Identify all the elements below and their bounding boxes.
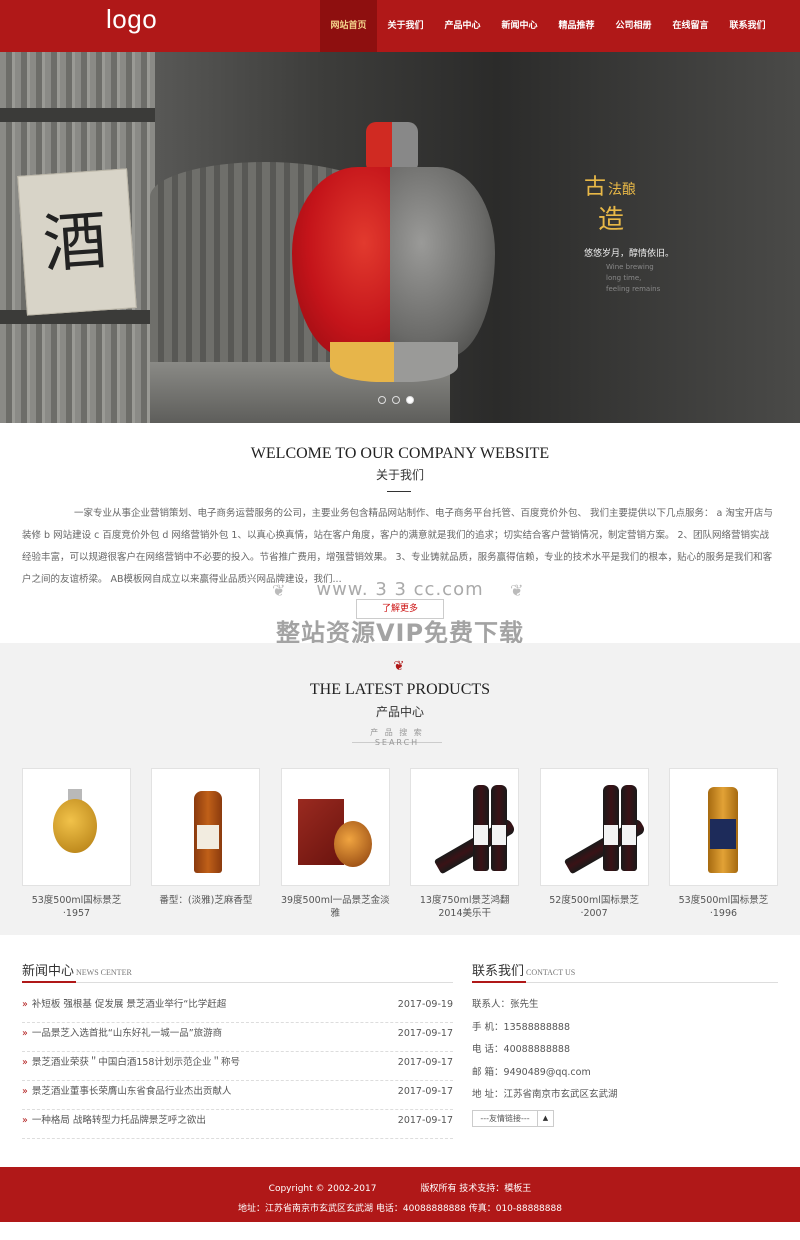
nav-item-gallery[interactable]: 公司相册 [605,0,662,52]
news-item[interactable]: » 一种格局 战略转型力托品牌景芝呼之欲出 2017-09-17 [22,1110,453,1139]
contact-list: 联系人：张先生 手 机：13588888888 电 话：40088888888 … [472,994,778,1107]
product-card[interactable]: 番型：(淡雅)芝麻香型 [151,768,261,918]
site-footer: Copyright © 2002-2017 版权所有 技术支持：模板王 地址：江苏… [0,1167,800,1222]
product-card[interactable]: 52度500ml国标景芝·2007 [539,768,649,920]
product-name[interactable]: 53度500ml国标景芝·1996 [669,894,778,920]
nav-item-featured[interactable]: 精品推荐 [548,0,605,52]
title-divider [387,491,411,492]
product-name[interactable]: 13度750ml景芝鸿翻2014美乐干 [410,894,519,920]
contact-section: 联系我们 CONTACT US 联系人：张先生 手 机：13588888888 电… [472,960,778,1127]
news-item[interactable]: » 补短板 强根基 促发展 景芝酒业举行“比学赶超 2017-09-19 [22,994,453,1023]
rights-text: 版权所有 技术支持：模板王 [420,1184,532,1194]
news-date: 2017-09-17 [397,1057,453,1068]
contact-title[interactable]: 联系我们 CONTACT US [472,960,778,982]
bullet-icon: » [22,1115,28,1126]
banner-subtitle: 悠悠岁月，醇情依旧。 [584,249,675,259]
site-logo[interactable]: logo [106,4,157,35]
product-image[interactable] [22,768,131,886]
product-card[interactable]: 13度750ml景芝鸿翻2014美乐干 [410,768,520,920]
banner-slogan-line2: 造 [598,205,625,235]
footer-copyright-line: Copyright © 2002-2017 版权所有 技术支持：模板王 [0,1181,800,1194]
product-list: 53度500ml国标景芝·1957 番型：(淡雅)芝麻香型 39度500ml一品… [22,768,778,920]
news-section: 新闻中心 NEWS CENTER » 补短板 强根基 促发展 景芝酒业举行“比学赶超… [22,960,453,1139]
product-card[interactable]: 53度500ml国标景芝·1996 [668,768,778,920]
product-name[interactable]: 番型：(淡雅)芝麻香型 [151,894,260,907]
product-search-link[interactable]: 产 品 搜 索 SEARCH [352,727,442,747]
products-title-cn: 产品中心 [375,705,424,719]
copyright-text: Copyright © 2002-2017 [268,1184,377,1194]
about-title-cn: 关于我们 [375,468,424,482]
nav-item-products[interactable]: 产品中心 [434,0,491,52]
nav-item-home[interactable]: 网站首页 [320,0,377,52]
product-image[interactable] [280,768,390,886]
news-date: 2017-09-17 [397,1028,453,1039]
nav-item-news[interactable]: 新闻中心 [491,0,548,52]
footer-address: 地址：江苏省南京市玄武区玄武湖 电话：40088888888 传真：010-88… [238,1204,562,1214]
watermark-url: www. 3 3 cc.com [316,579,484,600]
product-name[interactable]: 52度500ml国标景芝·2007 [540,894,649,920]
slider-dot-active[interactable] [406,396,414,404]
nav-item-contact[interactable]: 联系我们 [719,0,776,52]
product-image[interactable] [668,768,778,886]
contact-phone: 电 话：40088888888 [472,1044,571,1055]
contact-title-accent [472,981,526,983]
jar-base [330,342,458,382]
product-name[interactable]: 53度500ml国标景芝·1957 [22,894,131,920]
friend-links-toggle-icon[interactable]: ▲ [538,1110,554,1127]
nav-item-about[interactable]: 关于我们 [377,0,434,52]
nav-item-message[interactable]: 在线留言 [662,0,719,52]
news-title[interactable]: 新闻中心 NEWS CENTER [22,960,453,982]
products-title-en: THE LATEST PRODUCTS [309,681,491,698]
news-item[interactable]: » 一品景芝入选首批“山东好礼一城一品”旅游商 2017-09-17 [22,1023,453,1052]
slider-dot[interactable] [378,396,386,404]
about-section: WELCOME TO OUR COMPANY WEBSITE 关于我们 一家专业… [0,423,800,647]
contact-address: 地 址：江苏省南京市玄武区玄武湖 [472,1089,618,1100]
slider-dot[interactable] [392,396,400,404]
news-date: 2017-09-17 [397,1086,453,1097]
news-date: 2017-09-17 [397,1115,453,1126]
product-card[interactable]: 53度500ml国标景芝·1957 [22,768,131,920]
news-title-rule [22,982,453,983]
friend-links-select[interactable]: ---友情链接--- [472,1110,538,1127]
slider-dots [378,396,414,404]
bullet-icon: » [22,1057,28,1068]
about-title-en: WELCOME TO OUR COMPANY WEBSITE [250,445,550,462]
bullet-icon: » [22,1086,28,1097]
product-card[interactable]: 39度500ml一品景芝金淡雅 [280,768,390,920]
product-image[interactable] [410,768,520,886]
banner-slogan-line1: 古法酿 [584,175,637,200]
products-emblem-icon: ❦ [393,659,405,674]
jar-neck [366,122,418,170]
news-item[interactable]: » 景芝酒业董事长荣膺山东省食品行业杰出贡献人 2017-09-17 [22,1081,453,1110]
liquor-jar-grey-half [390,167,495,357]
news-title-accent [22,981,76,983]
friend-links: ---友情链接--- ▲ [472,1110,554,1127]
hero-banner[interactable]: 酒 古法酿 造 悠悠岁月，醇情依旧。 Wine brewing long tim… [0,52,800,423]
main-nav: 网站首页 关于我们 产品中心 新闻中心 精品推荐 公司相册 在线留言 联系我们 [320,0,776,52]
product-image[interactable] [539,768,649,886]
bullet-icon: » [22,1028,28,1039]
product-image[interactable] [151,768,261,886]
news-date: 2017-09-19 [397,999,453,1010]
product-name[interactable]: 39度500ml一品景芝金淡雅 [281,894,390,920]
wine-sign: 酒 [17,168,137,316]
contact-email: 邮 箱：9490489@qq.com [472,1066,591,1078]
products-section: ❦ THE LATEST PRODUCTS 产品中心 产 品 搜 索 SEARC… [0,643,800,935]
contact-mobile: 手 机：13588888888 [472,1021,571,1033]
banner-subtitle-en: Wine brewing long time, feeling remains [606,263,661,293]
about-text: 一家专业从事企业营销策划、电子商务运营服务的公司，主要业务包含精品网站制作、电子… [22,508,773,585]
news-list: » 补短板 强根基 促发展 景芝酒业举行“比学赶超 2017-09-19 » 一品景芝… [22,994,453,1139]
contact-person: 联系人：张先生 [472,999,539,1010]
site-header: logo 网站首页 关于我们 产品中心 新闻中心 精品推荐 公司相册 在线留言 … [0,0,800,52]
news-item[interactable]: » 景芝酒业荣获＂中国白酒158计划示范企业＂称号 2017-09-17 [22,1052,453,1081]
bullet-icon: » [22,999,28,1010]
wine-sign-char: 酒 [40,203,110,283]
